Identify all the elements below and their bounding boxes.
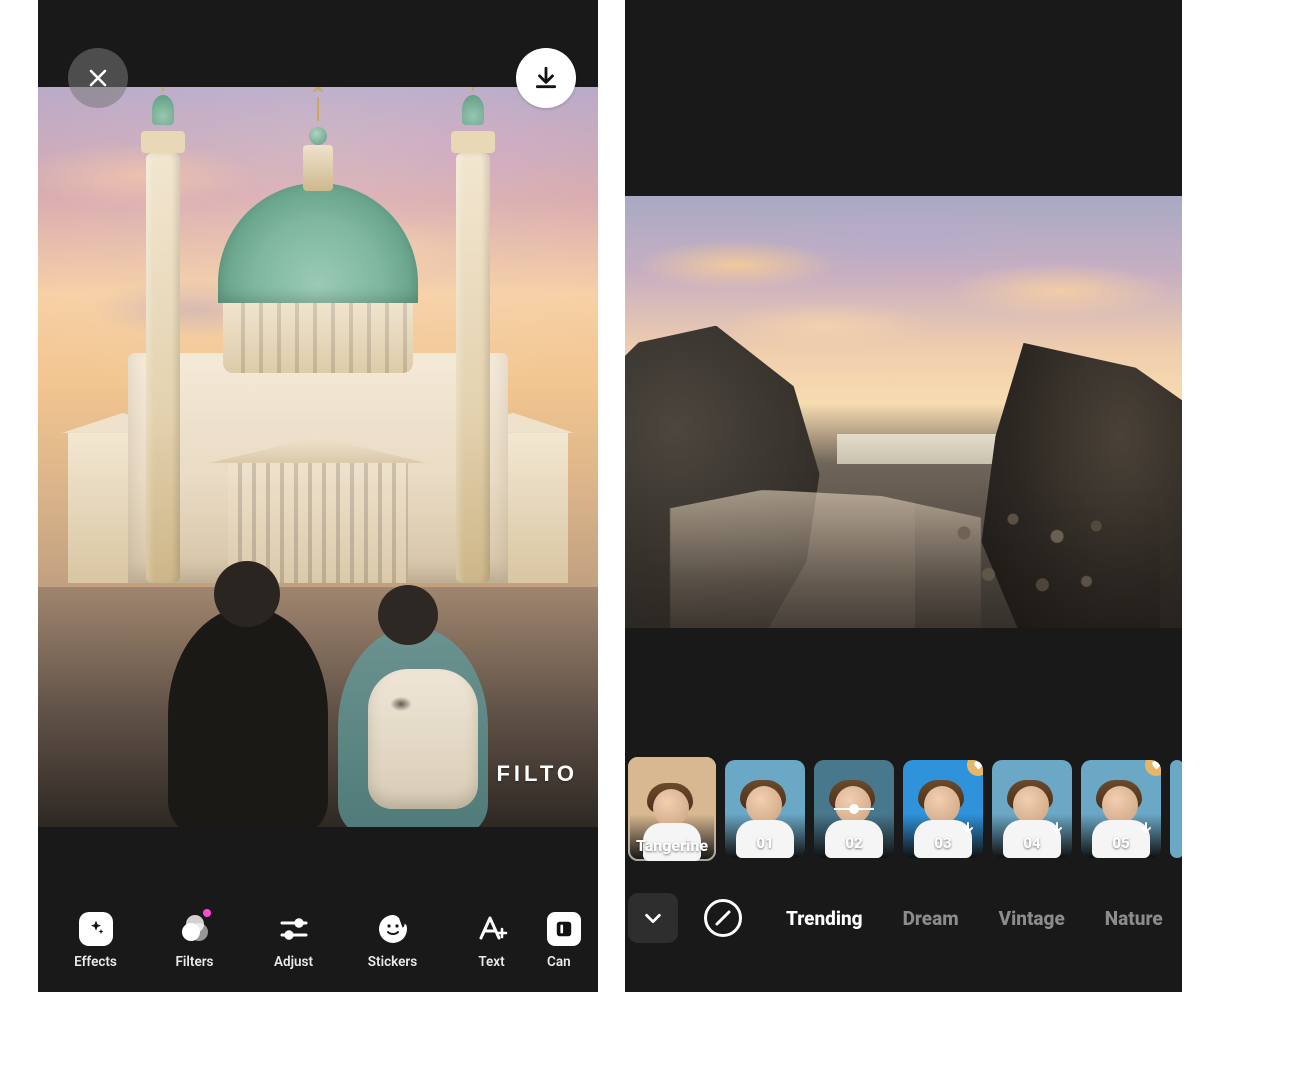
column-left bbox=[146, 153, 180, 583]
column-right bbox=[456, 153, 490, 583]
chevron-down-icon bbox=[642, 907, 664, 929]
filter-thumb-05[interactable]: 05 bbox=[1081, 760, 1161, 858]
dome-drum bbox=[223, 293, 413, 373]
tool-label: Can bbox=[547, 954, 571, 970]
filter-thumb-04[interactable]: 04 bbox=[992, 760, 1072, 858]
filter-thumb-02[interactable]: 02 bbox=[814, 760, 894, 858]
foreground-person-left bbox=[168, 607, 328, 827]
filter-thumb-label: 05 bbox=[1081, 830, 1161, 858]
adjust-icon bbox=[277, 912, 311, 946]
left-app: FILTO Effects bbox=[38, 0, 598, 992]
left-photo-canvas[interactable]: FILTO bbox=[38, 87, 598, 827]
pebbles bbox=[915, 481, 1160, 628]
right-app: Tangerine 01 02 03 04 05 Trending Dream Vintage… bbox=[625, 0, 1182, 992]
dome bbox=[218, 183, 418, 303]
category-tab-vintage[interactable]: Vintage bbox=[999, 907, 1065, 930]
dome-finial bbox=[317, 97, 319, 121]
filter-thumb-label: 03 bbox=[903, 830, 983, 858]
filter-thumb-label: Tangerine bbox=[628, 832, 716, 861]
filter-thumb-label: 01 bbox=[725, 830, 805, 858]
tool-label: Adjust bbox=[274, 954, 313, 970]
stage: FILTO Effects bbox=[0, 0, 1304, 1074]
tool-adjust[interactable]: Adjust bbox=[244, 912, 343, 970]
watermark-text: FILTO bbox=[496, 761, 578, 787]
filter-thumb-label: 02 bbox=[814, 830, 894, 858]
effects-icon bbox=[79, 912, 113, 946]
right-photo-canvas[interactable] bbox=[625, 196, 1182, 628]
text-icon bbox=[475, 912, 509, 946]
filter-thumb-more[interactable] bbox=[1170, 760, 1182, 858]
tool-canvas[interactable]: Can bbox=[541, 912, 598, 970]
filter-thumb-01[interactable]: 01 bbox=[725, 760, 805, 858]
intensity-indicator-icon bbox=[834, 808, 874, 810]
category-tab-nature[interactable]: Nature bbox=[1105, 907, 1163, 930]
collapse-button[interactable] bbox=[628, 893, 678, 943]
canvas-icon bbox=[547, 912, 581, 946]
filter-thumb-tangerine[interactable]: Tangerine bbox=[628, 757, 716, 861]
category-tab-dream[interactable]: Dream bbox=[903, 907, 959, 930]
tool-label: Filters bbox=[175, 954, 213, 970]
tool-label: Effects bbox=[74, 954, 117, 970]
filter-thumbnail-strip[interactable]: Tangerine 01 02 03 04 05 bbox=[625, 756, 1182, 862]
no-filter-icon bbox=[711, 906, 735, 930]
close-button[interactable] bbox=[68, 48, 128, 108]
filter-thumb-label: 04 bbox=[992, 830, 1072, 858]
no-filter-button[interactable] bbox=[704, 899, 742, 937]
stickers-icon bbox=[376, 912, 410, 946]
left-toolbar: Effects Filters bbox=[38, 896, 598, 992]
foreground-backpack bbox=[368, 669, 478, 809]
tool-filters[interactable]: Filters bbox=[145, 912, 244, 970]
tool-label: Text bbox=[478, 954, 504, 970]
category-tab-trending[interactable]: Trending bbox=[786, 907, 863, 930]
tool-stickers[interactable]: Stickers bbox=[343, 912, 442, 970]
filter-category-tabs: Trending Dream Vintage Nature bbox=[786, 907, 1163, 930]
filters-icon bbox=[178, 912, 212, 946]
dome-lantern bbox=[303, 145, 333, 191]
tool-text[interactable]: Text bbox=[442, 912, 541, 970]
download-button[interactable] bbox=[516, 48, 576, 108]
filter-bottom-row: Trending Dream Vintage Nature bbox=[625, 887, 1182, 949]
filters-new-dot-icon bbox=[203, 909, 211, 917]
tool-effects[interactable]: Effects bbox=[46, 912, 145, 970]
close-icon bbox=[86, 66, 110, 90]
filter-thumb-03[interactable]: 03 bbox=[903, 760, 983, 858]
tool-label: Stickers bbox=[368, 954, 417, 970]
download-icon bbox=[533, 65, 559, 91]
